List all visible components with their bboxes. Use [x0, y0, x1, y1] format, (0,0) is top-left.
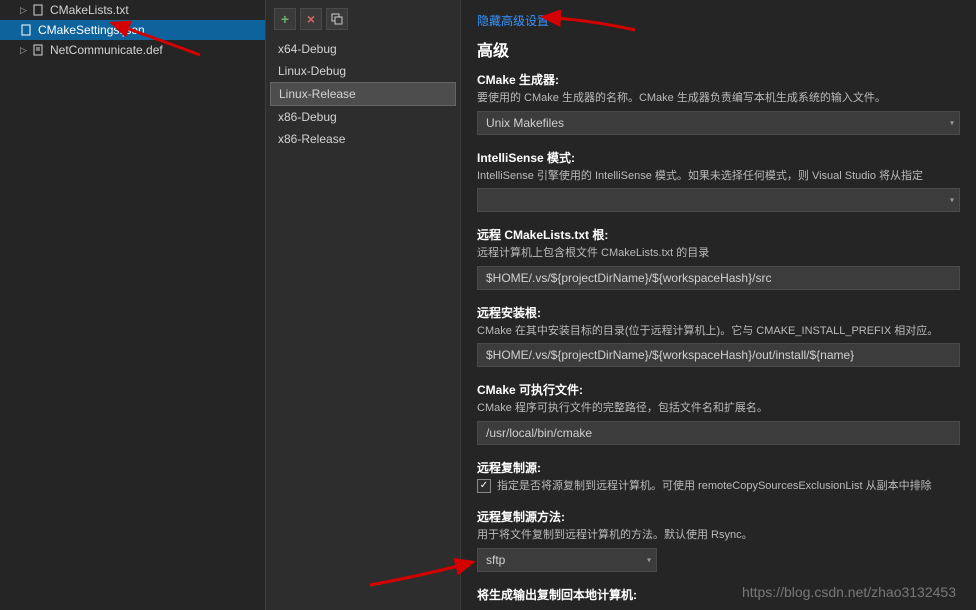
config-toolbar: + × [270, 8, 456, 38]
file-icon [32, 43, 46, 57]
file-icon [32, 3, 46, 17]
config-panel: + × x64-Debug Linux-Debug Linux-Release … [265, 0, 460, 610]
field-label: 远程安装根: [477, 304, 960, 321]
intellisense-select[interactable] [477, 188, 960, 212]
checkbox-label: 指定是否将源复制到远程计算机。可使用 remoteCopySourcesExcl… [497, 478, 932, 495]
cmake-exe-input[interactable] [477, 421, 960, 445]
field-desc: 远程计算机上包含根文件 CMakeLists.txt 的目录 [477, 245, 960, 262]
install-root-input[interactable] [477, 343, 960, 367]
field-copy-method: 远程复制源方法: 用于将文件复制到远程计算机的方法。默认使用 Rsync。 ▾ [477, 508, 960, 572]
field-generator: CMake 生成器: 要使用的 CMake 生成器的名称。CMake 生成器负责… [477, 71, 960, 135]
expand-icon: ▷ [20, 45, 30, 56]
config-item[interactable]: Linux-Release [270, 82, 456, 106]
field-remote-copy: 远程复制源: 指定是否将源复制到远程计算机。可使用 remoteCopySour… [477, 459, 960, 495]
field-intellisense: IntelliSense 模式: IntelliSense 引擎使用的 Inte… [477, 149, 960, 213]
tree-item[interactable]: ▷ CMakeLists.txt [0, 0, 265, 20]
config-list: x64-Debug Linux-Debug Linux-Release x86-… [270, 38, 456, 150]
field-desc: 用于将文件复制到远程计算机的方法。默认使用 Rsync。 [477, 527, 960, 544]
duplicate-config-button[interactable] [326, 8, 348, 30]
field-label: 远程 CMakeLists.txt 根: [477, 226, 960, 243]
field-label: CMake 可执行文件: [477, 381, 960, 398]
field-label: 远程复制源: [477, 459, 960, 476]
remote-root-input[interactable] [477, 266, 960, 290]
config-item[interactable]: x86-Release [270, 128, 456, 150]
field-install-root: 远程安装根: CMake 在其中安装目标的目录(位于远程计算机上)。它与 CMA… [477, 304, 960, 368]
section-title: 高级 [477, 37, 960, 61]
file-icon [20, 23, 34, 37]
field-remote-root: 远程 CMakeLists.txt 根: 远程计算机上包含根文件 CMakeLi… [477, 226, 960, 290]
file-label: CMakeLists.txt [50, 3, 129, 17]
file-label: CMakeSettings.json [38, 23, 145, 37]
config-item[interactable]: x64-Debug [270, 38, 456, 60]
copy-method-select[interactable] [477, 548, 657, 572]
remote-copy-checkbox[interactable] [477, 479, 491, 493]
delete-config-button[interactable]: × [300, 8, 322, 30]
tree-item[interactable]: ▷ NetCommunicate.def [0, 40, 265, 60]
expand-icon: ▷ [20, 5, 30, 16]
field-label: 将生成输出复制回本地计算机: [477, 586, 960, 603]
field-cmake-exe: CMake 可执行文件: CMake 程序可执行文件的完整路径，包括文件名和扩展… [477, 381, 960, 445]
generator-select[interactable] [477, 111, 960, 135]
field-desc: IntelliSense 引擎使用的 IntelliSense 模式。如果未选择… [477, 168, 960, 185]
field-label: IntelliSense 模式: [477, 149, 960, 166]
field-desc: CMake 程序可执行文件的完整路径，包括文件名和扩展名。 [477, 400, 960, 417]
config-item[interactable]: x86-Debug [270, 106, 456, 128]
file-tree: ▷ CMakeLists.txt CMakeSettings.json ▷ Ne… [0, 0, 265, 610]
tree-item[interactable]: CMakeSettings.json [0, 20, 265, 40]
field-label: 远程复制源方法: [477, 508, 960, 525]
file-label: NetCommunicate.def [50, 43, 163, 57]
field-label: CMake 生成器: [477, 71, 960, 88]
settings-panel: 隐藏高级设置 高级 CMake 生成器: 要使用的 CMake 生成器的名称。C… [460, 0, 976, 610]
config-item[interactable]: Linux-Debug [270, 60, 456, 82]
field-copy-output: 将生成输出复制回本地计算机: [477, 586, 960, 603]
add-config-button[interactable]: + [274, 8, 296, 30]
field-desc: 要使用的 CMake 生成器的名称。CMake 生成器负责编写本机生成系统的输入… [477, 90, 960, 107]
hide-advanced-link[interactable]: 隐藏高级设置 [477, 12, 549, 29]
field-desc: CMake 在其中安装目标的目录(位于远程计算机上)。它与 CMAKE_INST… [477, 323, 960, 340]
